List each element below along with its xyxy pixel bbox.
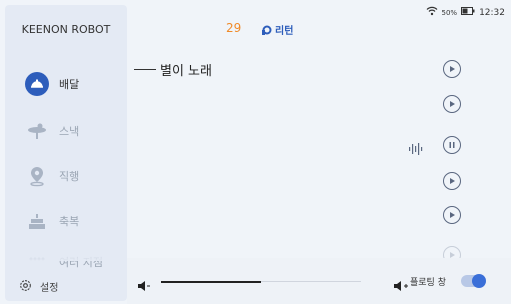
- status-bar: 50% 12:32: [422, 6, 505, 19]
- volume-high-icon[interactable]: [393, 276, 409, 295]
- cloche-icon: [25, 72, 49, 96]
- sidebar-item-snack[interactable]: 스낵: [25, 116, 125, 146]
- robot-music-screen: KEENON ROBOT 배달 스낵 직행 축복 여러 지점 설정 29 리턴 …: [0, 0, 511, 304]
- sidebar: KEENON ROBOT 배달 스낵 직행 축복 여러 지점 설정: [5, 5, 127, 301]
- sidebar-item-label: 배달: [59, 78, 80, 91]
- battery-icon: [461, 7, 475, 18]
- current-song-row[interactable]: 별이 노래: [134, 60, 212, 79]
- volume-low-icon[interactable]: [137, 276, 151, 295]
- floating-window-label: 플로팅 창: [410, 278, 446, 288]
- current-song-marker: [134, 69, 156, 70]
- clock: 12:32: [479, 7, 505, 18]
- sidebar-item-label: 축복: [59, 215, 80, 228]
- play-icon: [450, 101, 455, 107]
- volume-slider-fill: [161, 280, 261, 283]
- play-icon: [450, 66, 455, 72]
- play-button[interactable]: [443, 206, 461, 224]
- play-button[interactable]: [443, 60, 461, 78]
- volume-slider[interactable]: [161, 280, 361, 283]
- play-button[interactable]: [443, 172, 461, 190]
- play-icon: [450, 178, 455, 184]
- player-control-bar: 플로팅 창: [127, 258, 511, 304]
- cake-icon: [25, 209, 49, 233]
- equalizer-icon: [408, 140, 424, 159]
- settings-button[interactable]: 설정: [19, 277, 58, 296]
- location-pin-icon: [25, 164, 49, 188]
- repeat-button[interactable]: 리턴: [262, 20, 293, 39]
- battery-percent: 50%: [441, 8, 458, 17]
- scroll-fade: [5, 241, 127, 261]
- gear-icon: [19, 277, 32, 296]
- pause-button[interactable]: [443, 136, 461, 154]
- play-button[interactable]: [443, 95, 461, 113]
- sidebar-item-label: 스낵: [59, 125, 80, 138]
- current-song-title: 별이 노래: [160, 64, 212, 79]
- brand-title: KEENON ROBOT: [21, 23, 111, 36]
- sidebar-item-direct[interactable]: 직행: [25, 161, 125, 191]
- sidebar-item-delivery[interactable]: 배달: [25, 69, 125, 99]
- repeat-icon: [262, 20, 272, 39]
- toggle-knob: [472, 274, 486, 288]
- plate-icon: [25, 119, 49, 143]
- floating-window-toggle[interactable]: [461, 274, 486, 288]
- wifi-icon: [426, 6, 438, 19]
- sidebar-item-blessing[interactable]: 축복: [25, 206, 125, 236]
- pause-icon: [449, 142, 455, 148]
- repeat-label: 리턴: [275, 26, 294, 37]
- settings-label: 설정: [40, 283, 59, 294]
- sidebar-item-label: 직행: [59, 170, 80, 183]
- play-icon: [450, 212, 455, 218]
- track-number: 29: [226, 21, 242, 35]
